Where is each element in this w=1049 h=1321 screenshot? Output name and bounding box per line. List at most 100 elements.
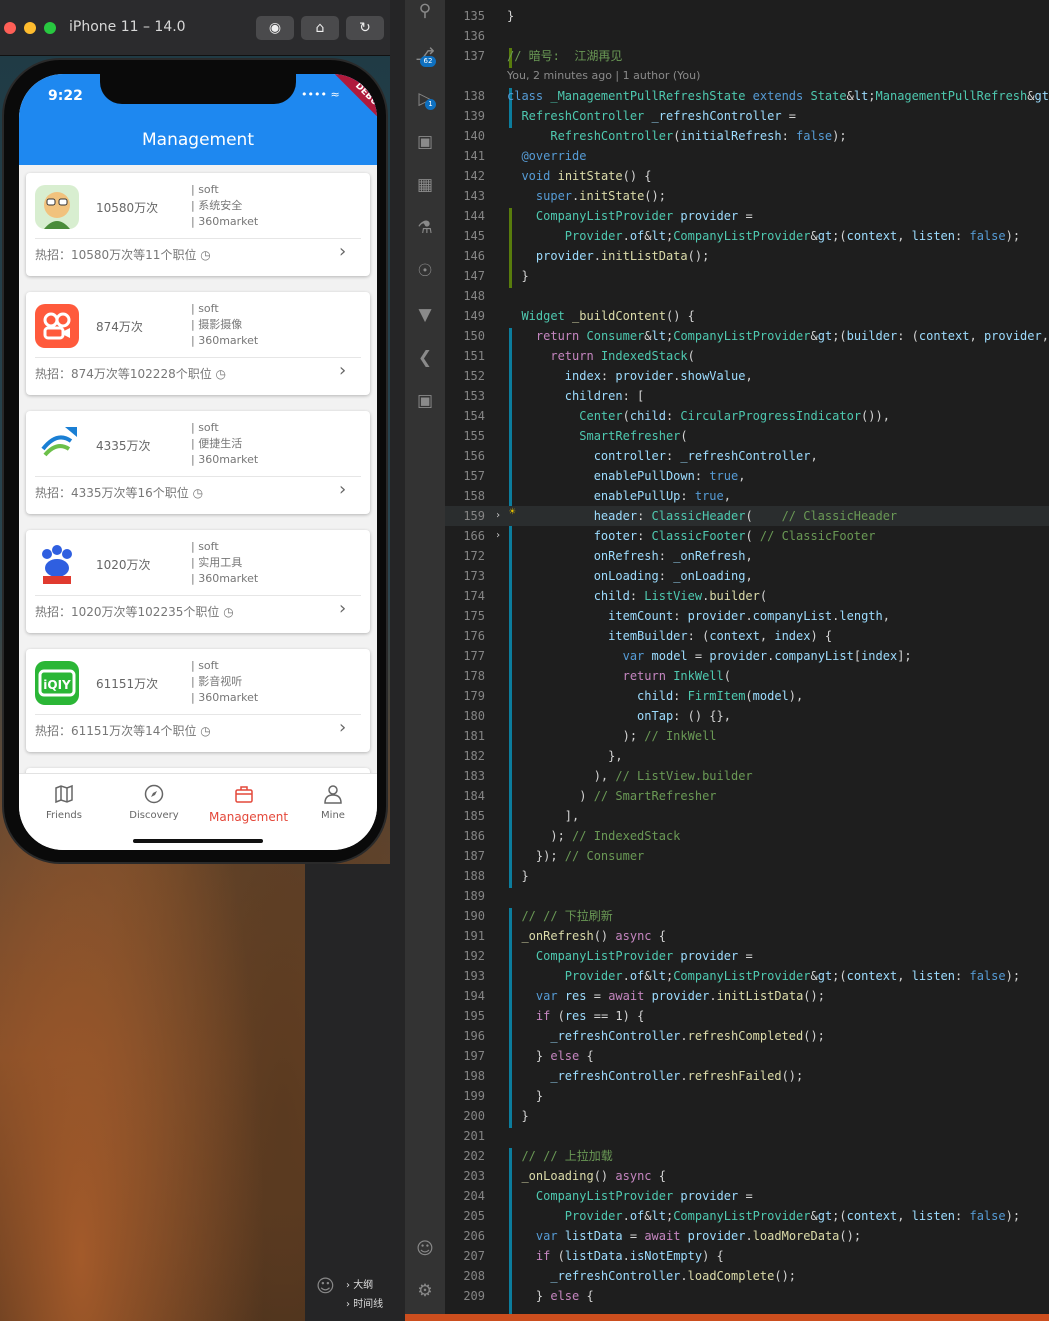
gear-icon[interactable]: ⚙: [414, 1280, 436, 1302]
code-line[interactable]: 202 // // 上拉加载: [445, 1146, 1049, 1166]
code-line[interactable]: 208 _refreshController.loadComplete();: [445, 1266, 1049, 1286]
code-line[interactable]: 139 RefreshController _refreshController…: [445, 106, 1049, 126]
git-graph-icon[interactable]: ☉: [414, 260, 436, 282]
code-line[interactable]: 150 return Consumer&lt;CompanyListProvid…: [445, 326, 1049, 346]
code-line[interactable]: 156 controller: _refreshController,: [445, 446, 1049, 466]
code-line[interactable]: 201: [445, 1126, 1049, 1146]
code-line[interactable]: 141 @override: [445, 146, 1049, 166]
company-card[interactable]: 874万次 | soft | 摄影摄像 | 360market 热招：874万次…: [26, 292, 370, 395]
company-card[interactable]: 1020万次 | soft | 实用工具 | 360market 热招：1020…: [26, 530, 370, 633]
code-line[interactable]: 209 } else {: [445, 1286, 1049, 1306]
minimize-window-button[interactable]: [24, 22, 36, 34]
code-line[interactable]: 174 child: ListView.builder(: [445, 586, 1049, 606]
code-line[interactable]: 203 _onLoading() async {: [445, 1166, 1049, 1186]
screenshot-button[interactable]: ◉: [256, 16, 294, 40]
zoom-window-button[interactable]: [44, 22, 56, 34]
code-line[interactable]: 192 CompanyListProvider provider =: [445, 946, 1049, 966]
fold-chevron-icon[interactable]: ›: [495, 526, 501, 546]
code-line[interactable]: 196 _refreshController.refreshCompleted(…: [445, 1026, 1049, 1046]
code-line[interactable]: 158 enablePullUp: true,: [445, 486, 1049, 506]
code-line[interactable]: 147 }: [445, 266, 1049, 286]
code-line[interactable]: 185 ],: [445, 806, 1049, 826]
tab-discovery[interactable]: Discovery: [119, 784, 189, 821]
lightbulb-icon[interactable]: ☀: [509, 505, 516, 518]
code-line[interactable]: 194 var res = await provider.initListDat…: [445, 986, 1049, 1006]
code-line[interactable]: 144 CompanyListProvider provider =: [445, 206, 1049, 226]
outline-section[interactable]: › 大纲: [346, 1276, 406, 1295]
account-icon[interactable]: ☺: [414, 1238, 436, 1260]
code-line[interactable]: 180 onTap: () {},: [445, 706, 1049, 726]
code-line[interactable]: 145 Provider.of&lt;CompanyListProvider&g…: [445, 226, 1049, 246]
code-line[interactable]: 182 },: [445, 746, 1049, 766]
code-line[interactable]: 207 if (listData.isNotEmpty) {: [445, 1246, 1049, 1266]
company-list[interactable]: 10580万次 | soft | 系统安全 | 360market 热招：105…: [19, 165, 377, 773]
code-line[interactable]: 179 child: FirmItem(model),: [445, 686, 1049, 706]
remote-explorer-icon[interactable]: ▣: [414, 131, 436, 153]
company-card[interactable]: iQIY 61151万次 | soft | 影音视听 | 360market 热…: [26, 649, 370, 752]
code-line[interactable]: 140 RefreshController(initialRefresh: fa…: [445, 126, 1049, 146]
chevron-right-icon[interactable]: ›: [339, 241, 346, 262]
code-line[interactable]: 187 }); // Consumer: [445, 846, 1049, 866]
chevron-right-icon[interactable]: ›: [339, 717, 346, 738]
tab-mine[interactable]: Mine: [298, 784, 368, 821]
code-line[interactable]: 198 _refreshController.refreshFailed();: [445, 1066, 1049, 1086]
code-line[interactable]: 148: [445, 286, 1049, 306]
close-window-button[interactable]: [4, 22, 16, 34]
code-line[interactable]: 184 ) // SmartRefresher: [445, 786, 1049, 806]
code-line[interactable]: 178 return InkWell(: [445, 666, 1049, 686]
docker-icon[interactable]: ▣: [414, 390, 436, 412]
code-editor[interactable]: You, 2 minutes ago | 1 author (You) 135}…: [445, 0, 1049, 1314]
gitlab-icon[interactable]: ▼: [414, 304, 436, 326]
code-line[interactable]: 173 onLoading: _onLoading,: [445, 566, 1049, 586]
code-line[interactable]: 181 ); // InkWell: [445, 726, 1049, 746]
code-line[interactable]: 175 itemCount: provider.companyList.leng…: [445, 606, 1049, 626]
tab-management[interactable]: Management: [209, 784, 288, 824]
flutter-icon[interactable]: ❮: [414, 347, 436, 369]
code-line[interactable]: 172 onRefresh: _onRefresh,: [445, 546, 1049, 566]
code-line[interactable]: 186 ); // IndexedStack: [445, 826, 1049, 846]
tab-friends[interactable]: Friends: [29, 784, 99, 821]
code-line[interactable]: 206 var listData = await provider.loadMo…: [445, 1226, 1049, 1246]
code-line[interactable]: 146 provider.initListData();: [445, 246, 1049, 266]
code-line[interactable]: 191 _onRefresh() async {: [445, 926, 1049, 946]
code-line[interactable]: 135}: [445, 6, 1049, 26]
code-line[interactable]: 197 } else {: [445, 1046, 1049, 1066]
code-line[interactable]: 166 › footer: ClassicFooter( // ClassicFo…: [445, 526, 1049, 546]
code-line[interactable]: 183 ), // ListView.builder: [445, 766, 1049, 786]
home-button[interactable]: ⌂: [301, 16, 339, 40]
code-line[interactable]: 205 Provider.of&lt;CompanyListProvider&g…: [445, 1206, 1049, 1226]
code-line[interactable]: 138 class _ManagementPullRefreshState ext…: [445, 86, 1049, 106]
fold-chevron-icon[interactable]: ›: [495, 506, 501, 526]
code-line[interactable]: 200 }: [445, 1106, 1049, 1126]
extensions-icon[interactable]: ▦: [414, 174, 436, 196]
code-line[interactable]: 204 CompanyListProvider provider =: [445, 1186, 1049, 1206]
code-line[interactable]: 151 return IndexedStack(: [445, 346, 1049, 366]
code-line[interactable]: 188 }: [445, 866, 1049, 886]
code-line[interactable]: 154 Center(child: CircularProgressIndica…: [445, 406, 1049, 426]
code-line[interactable]: 190 // // 下拉刷新: [445, 906, 1049, 926]
chevron-right-icon[interactable]: ›: [339, 598, 346, 619]
chevron-right-icon[interactable]: ›: [339, 360, 346, 381]
code-line[interactable]: 195 if (res == 1) {: [445, 1006, 1049, 1026]
company-card[interactable]: 4335万次 | soft | 便捷生活 | 360market 热招：4335…: [26, 411, 370, 514]
code-line[interactable]: 157 enablePullDown: true,: [445, 466, 1049, 486]
timeline-section[interactable]: › 时间线: [346, 1295, 406, 1314]
chevron-right-icon[interactable]: ›: [339, 479, 346, 500]
code-line[interactable]: 176 itemBuilder: (context, index) {: [445, 626, 1049, 646]
code-line[interactable]: 155 SmartRefresher(: [445, 426, 1049, 446]
code-line[interactable]: 152 index: provider.showValue,: [445, 366, 1049, 386]
account-icon[interactable]: ☺: [316, 1276, 335, 1297]
code-line[interactable]: 137 // 暗号: 江湖再见: [445, 46, 1049, 66]
code-line[interactable]: 199 }: [445, 1086, 1049, 1106]
code-line[interactable]: 149 Widget _buildContent() {: [445, 306, 1049, 326]
code-line[interactable]: 193 Provider.of&lt;CompanyListProvider&g…: [445, 966, 1049, 986]
code-line[interactable]: 143 super.initState();: [445, 186, 1049, 206]
testing-icon[interactable]: ⚗: [414, 217, 436, 239]
rotate-button[interactable]: ↻: [346, 16, 384, 40]
code-line[interactable]: 159 › header: ClassicHeader( // ClassicHe…: [445, 506, 1049, 526]
company-card[interactable]: 10580万次 | soft | 系统安全 | 360market 热招：105…: [26, 173, 370, 276]
search-icon[interactable]: ⚲: [414, 0, 436, 22]
code-line[interactable]: 177 var model = provider.companyList[ind…: [445, 646, 1049, 666]
code-line[interactable]: 189: [445, 886, 1049, 906]
code-line[interactable]: 153 children: [: [445, 386, 1049, 406]
